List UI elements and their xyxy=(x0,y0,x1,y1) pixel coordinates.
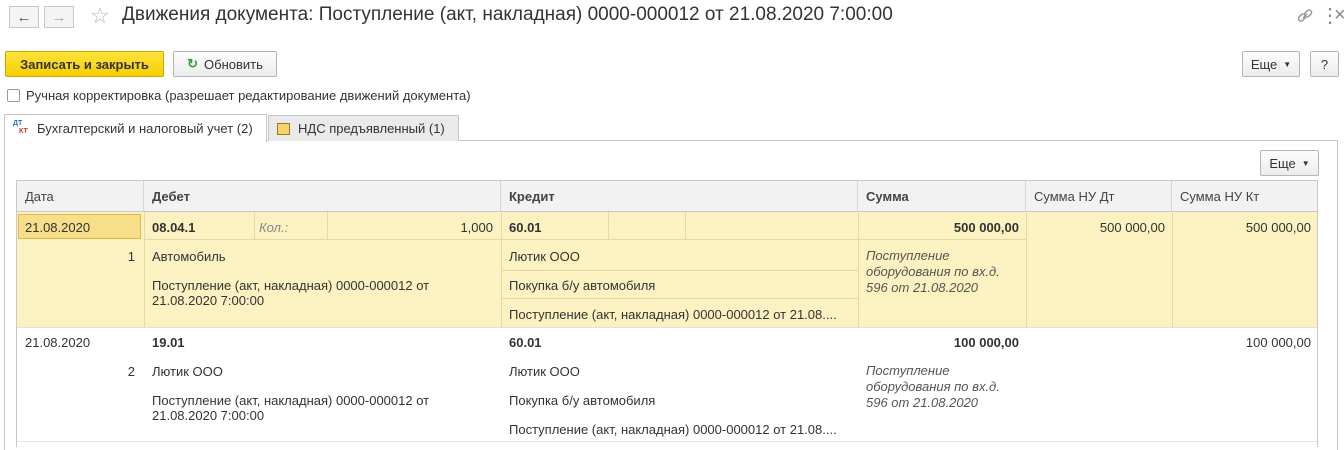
column-header-credit[interactable]: Кредит xyxy=(501,181,858,212)
refresh-icon: ↻ xyxy=(187,56,199,71)
row1-debit-subconto1: Автомобиль xyxy=(152,249,226,264)
column-header-debit[interactable]: Дебет xyxy=(144,181,501,212)
arrow-right-icon: → xyxy=(51,8,67,26)
tab-accounting[interactable]: ДТ КТ Бухгалтерский и налоговый учет (2) xyxy=(4,114,267,142)
register-icon xyxy=(277,122,290,135)
row1-sum: 500 000,00 xyxy=(953,220,1019,235)
dropdown-arrow-icon: ▼ xyxy=(1283,59,1292,69)
row2-debit-subconto1: Лютик ООО xyxy=(152,364,223,379)
tab-accounting-label: Бухгалтерский и налоговый учет (2) xyxy=(37,121,253,136)
row1-credit-subconto1: Лютик ООО xyxy=(509,249,580,264)
dt-kt-icon: ДТ КТ xyxy=(13,119,28,135)
row1-number: 1 xyxy=(127,249,135,264)
arrow-left-icon: ← xyxy=(16,8,32,26)
window-title: Движения документа: Поступление (акт, на… xyxy=(122,4,893,25)
row1-credit-account: 60.01 xyxy=(509,220,542,235)
link-icon[interactable] xyxy=(1296,7,1314,28)
favorite-star-icon[interactable]: ☆ xyxy=(90,3,110,29)
row1-debit-subconto2: Поступление (акт, накладная) 0000-000012… xyxy=(152,278,430,308)
row2-debit-account: 19.01 xyxy=(152,335,185,350)
row1-credit-subconto3: Поступление (акт, накладная) 0000-000012… xyxy=(509,307,837,322)
row2-credit-subconto2: Покупка б/у автомобиля xyxy=(509,393,656,408)
refresh-button[interactable]: ↻ Обновить xyxy=(173,51,277,77)
row1-date: 21.08.2020 xyxy=(25,220,91,235)
save-and-close-button[interactable]: Записать и закрыть xyxy=(5,51,164,77)
tab-vat-label: НДС предъявленный (1) xyxy=(298,121,445,136)
column-header-sum-nu-kt[interactable]: Сумма НУ Кт xyxy=(1172,181,1317,212)
row2-sum: 100 000,00 xyxy=(953,335,1019,350)
manual-correction-checkbox[interactable] xyxy=(7,89,20,102)
back-button[interactable]: ← xyxy=(9,6,39,28)
more-label: Еще xyxy=(1250,56,1278,72)
row2-credit-subconto1: Лютик ООО xyxy=(509,364,580,379)
dropdown-arrow-icon: ▼ xyxy=(1301,158,1310,168)
refresh-label: Обновить xyxy=(204,56,263,72)
manual-correction-label: Ручная корректировка (разрешает редактир… xyxy=(26,88,471,103)
row2-sum-nu-kt: 100 000,00 xyxy=(1245,335,1311,350)
row2-debit-subconto2: Поступление (акт, накладная) 0000-000012… xyxy=(152,393,430,423)
tab-vat[interactable]: НДС предъявленный (1) xyxy=(268,115,459,141)
row2-credit-subconto3: Поступление (акт, накладная) 0000-000012… xyxy=(509,422,837,437)
help-button[interactable]: ? xyxy=(1310,51,1339,77)
movements-table: Дата Дебет Кредит Сумма Сумма НУ Дт Сумм… xyxy=(16,180,1318,447)
row2-number: 2 xyxy=(127,364,135,379)
row2-credit-account: 60.01 xyxy=(509,335,542,350)
column-header-date[interactable]: Дата xyxy=(17,181,144,212)
close-icon[interactable]: × xyxy=(1334,4,1344,27)
column-header-sum[interactable]: Сумма xyxy=(858,181,1026,212)
row1-credit-subconto2: Покупка б/у автомобиля xyxy=(509,278,656,293)
row1-content: Поступление оборудования по вх.д. 596 от… xyxy=(866,248,1000,295)
row2-content: Поступление оборудования по вх.д. 596 от… xyxy=(866,363,1000,410)
table-more-button[interactable]: Еще ▼ xyxy=(1260,150,1319,176)
forward-button[interactable]: → xyxy=(44,6,74,28)
row1-qty-value: 1,000 xyxy=(460,220,493,235)
table-more-label: Еще xyxy=(1269,155,1296,171)
row1-sum-nu-dt: 500 000,00 xyxy=(1099,220,1165,235)
column-header-sum-nu-dt[interactable]: Сумма НУ Дт xyxy=(1026,181,1172,212)
row1-debit-account: 08.04.1 xyxy=(152,220,196,235)
row1-qty-label: Кол.: xyxy=(259,220,289,235)
row1-sum-nu-kt: 500 000,00 xyxy=(1245,220,1311,235)
row2-date: 21.08.2020 xyxy=(25,335,91,350)
more-button[interactable]: Еще ▼ xyxy=(1242,51,1300,77)
